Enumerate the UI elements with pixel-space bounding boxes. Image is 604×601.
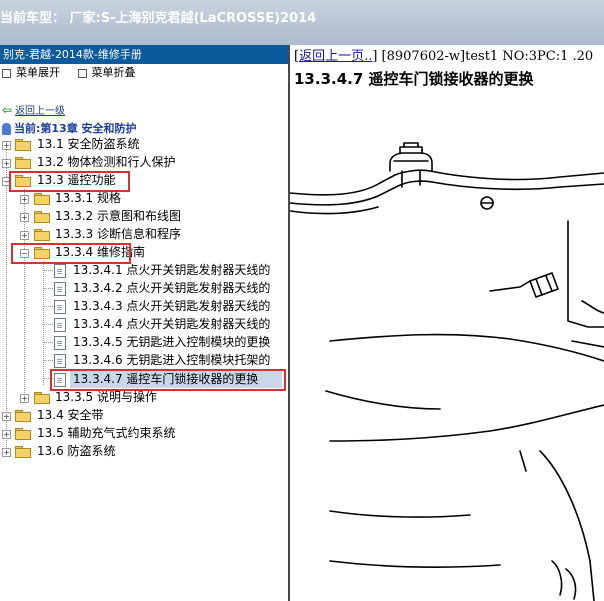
document-icon (54, 264, 66, 278)
back-to-parent-link[interactable]: ⇦ 返回上一级 (2, 102, 65, 117)
tree-item-13-4[interactable]: + 13.4 安全带 (0, 407, 288, 424)
tree-item-13-1[interactable]: + 13.1 安全防盗系统 (0, 136, 288, 153)
expand-toggle[interactable]: + (20, 195, 29, 204)
manual-header: 别克-君越-2014款-维修手册 (0, 45, 288, 64)
document-icon (54, 336, 66, 350)
tree-doc-13-3-4-6[interactable]: 13.3.4.6 无钥匙进入控制模块托架的 (0, 352, 288, 369)
tree-doc-13-3-4-4[interactable]: 13.3.4.4 点火开关钥匙发射器天线的 (0, 316, 288, 333)
folder-icon (34, 193, 50, 205)
expand-menu-button[interactable]: 菜单展开 (2, 66, 60, 79)
folder-icon (15, 139, 31, 151)
content-panel: [返回上一页..] [8907602-w]test1 NO:3PC:1 .20 … (290, 45, 604, 601)
tree-item-13-5[interactable]: + 13.5 辅助充气式约束系统 (0, 425, 288, 442)
expand-toggle[interactable]: + (20, 231, 29, 240)
tree-item-13-6[interactable]: + 13.6 防盗系统 (0, 443, 288, 460)
highlight-box (50, 369, 286, 391)
collapse-menu-button[interactable]: 菜单折叠 (77, 66, 136, 79)
back-arrow-icon: ⇦ (2, 103, 13, 117)
window-title: 当前车型： 厂家:S-上海别克君越(LaCROSSE)2014 (0, 11, 317, 26)
window-title-bar: 当前车型： 厂家:S-上海别克君越(LaCROSSE)2014 (0, 0, 604, 45)
tree-doc-13-3-4-5[interactable]: 13.3.4.5 无钥匙进入控制模块的更换 (0, 334, 288, 351)
receiver-replacement-illustration (290, 142, 604, 601)
document-icon (54, 282, 66, 296)
tree-item-13-3-3[interactable]: + 13.3.3 诊断信息和程序 (0, 226, 288, 243)
back-link[interactable]: 返回上一页.. (299, 49, 372, 64)
menu-toolbar: 菜单展开 菜单折叠 (0, 64, 288, 82)
folder-icon (34, 392, 50, 404)
expand-icon (2, 68, 11, 78)
tree-doc-13-3-4-1[interactable]: 13.3.4.1 点火开关钥匙发射器天线的 (0, 262, 288, 279)
tree-doc-13-3-4-3[interactable]: 13.3.4.3 点火开关钥匙发射器天线的 (0, 298, 288, 315)
tree-item-13-3-2[interactable]: + 13.3.2 示意图和布线图 (0, 208, 288, 225)
folder-icon (15, 428, 31, 440)
folder-icon (34, 211, 50, 223)
expand-toggle[interactable]: + (2, 430, 11, 439)
folder-icon (15, 410, 31, 422)
tree-doc-13-3-4-2[interactable]: 13.3.4.2 点火开关钥匙发射器天线的 (0, 280, 288, 297)
highlight-box (9, 171, 130, 192)
document-icon (54, 300, 66, 314)
expand-toggle[interactable]: + (20, 213, 29, 222)
expand-toggle[interactable]: + (20, 394, 29, 403)
content-nav: [返回上一页..] [8907602-w]test1 NO:3PC:1 .20 (294, 49, 594, 64)
tree-item-13-3-5[interactable]: + 13.3.5 说明与操作 (0, 389, 288, 406)
procedure-title: 13.3.4.7 遥控车门锁接收器的更换 (294, 70, 534, 88)
document-icon (54, 318, 66, 332)
tree-item-13-2[interactable]: + 13.2 物体检测和行人保护 (0, 154, 288, 171)
folder-icon (15, 157, 31, 169)
expand-toggle[interactable]: + (2, 448, 11, 457)
expand-toggle[interactable]: + (2, 412, 11, 421)
document-icon (54, 354, 66, 368)
current-chapter: 当前:第13章 安全和防护 (2, 120, 137, 136)
highlight-box (11, 243, 131, 264)
expand-toggle[interactable]: + (2, 141, 11, 150)
person-icon (2, 123, 11, 135)
navigation-panel: 别克-君越-2014款-维修手册 菜单展开 菜单折叠 ⇦ 返回上一级 当前:第13… (0, 45, 290, 601)
tree-item-13-3-1[interactable]: + 13.3.1 规格 (0, 190, 288, 207)
expand-toggle[interactable]: + (2, 159, 11, 168)
folder-icon (34, 229, 50, 241)
folder-icon (15, 446, 31, 458)
collapse-icon (77, 68, 87, 78)
